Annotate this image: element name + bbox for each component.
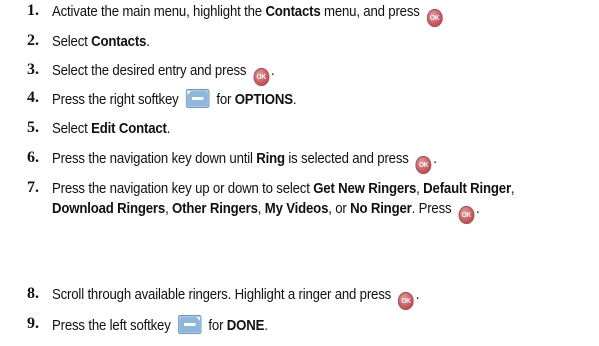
menu-name: OPTIONS bbox=[234, 91, 293, 108]
step-number: 4. bbox=[27, 89, 39, 106]
step-text-part: for bbox=[212, 91, 235, 108]
menu-name: Contacts bbox=[91, 33, 147, 50]
step-text-part: , bbox=[416, 180, 424, 197]
step-text: Activate the main menu, highlight the Co… bbox=[52, 2, 527, 27]
step-4: 4. Press the right softkey for OPTIONS. bbox=[0, 89, 599, 110]
step-text-part: . bbox=[166, 120, 171, 137]
step-text-part: . bbox=[476, 199, 480, 217]
step-text-part: . bbox=[146, 33, 150, 50]
step-text-part: menu, and press bbox=[320, 3, 424, 20]
step-8: 8. Scroll through available ringers. Hig… bbox=[0, 285, 599, 310]
step-number: 7. bbox=[27, 179, 39, 196]
menu-name: Other Ringers bbox=[172, 199, 258, 217]
step-text-part: Select the desired entry and press bbox=[52, 62, 250, 79]
step-7: 7. Press the navigation key up or down t… bbox=[0, 179, 599, 224]
right-softkey-icon bbox=[185, 89, 210, 108]
step-text: Press the navigation key up or down to s… bbox=[52, 179, 533, 224]
step-text-part: , bbox=[257, 199, 265, 217]
step-text-part: Press the navigation key down until bbox=[52, 150, 257, 167]
menu-name: Contacts bbox=[265, 3, 321, 20]
step-3: 3. Select the desired entry and press OK… bbox=[0, 61, 599, 86]
left-softkey-icon bbox=[177, 315, 202, 334]
step-text-part: Select bbox=[52, 120, 92, 137]
step-number: 3. bbox=[27, 61, 39, 78]
step-number: 2. bbox=[27, 32, 39, 49]
step-text: Select Edit Contact. bbox=[52, 119, 527, 139]
step-text-part: for bbox=[204, 317, 227, 334]
step-text-part: . bbox=[270, 62, 275, 79]
step-number: 5. bbox=[27, 119, 39, 136]
ok-button-icon: OK bbox=[415, 156, 432, 174]
ok-button-icon: OK bbox=[253, 68, 270, 86]
step-text-part: . Press bbox=[411, 199, 455, 217]
step-text-part: , or bbox=[328, 199, 351, 217]
step-text: Select the desired entry and press OK. bbox=[52, 61, 527, 86]
step-number: 8. bbox=[27, 285, 39, 302]
ok-button-icon: OK bbox=[458, 205, 475, 224]
step-text-part: Select bbox=[52, 33, 92, 50]
menu-name: Edit Contact bbox=[91, 120, 167, 137]
step-text-part: Press the right softkey bbox=[52, 91, 183, 108]
instruction-steps: 1. Activate the main menu, highlight the… bbox=[0, 0, 599, 346]
step-text: Select Contacts. bbox=[52, 32, 527, 52]
step-6: 6. Press the navigation key down until R… bbox=[0, 149, 599, 174]
step-text-part: is selected and press bbox=[284, 150, 413, 167]
step-text-part: Press the left softkey bbox=[52, 317, 175, 334]
ok-button-icon: OK bbox=[426, 9, 443, 27]
ok-button-icon: OK bbox=[398, 292, 414, 310]
step-number: 1. bbox=[27, 2, 39, 19]
step-number: 6. bbox=[27, 149, 39, 166]
step-9: 9. Press the left softkey for DONE. bbox=[0, 315, 599, 336]
step-text: Press the navigation key down until Ring… bbox=[52, 149, 527, 174]
menu-name: DONE bbox=[226, 317, 265, 334]
menu-name: Ring bbox=[256, 150, 285, 167]
step-number: 9. bbox=[27, 315, 39, 332]
step-text: Scroll through available ringers. Highli… bbox=[52, 285, 527, 310]
step-1: 1. Activate the main menu, highlight the… bbox=[0, 2, 599, 27]
step-text-part: . bbox=[415, 286, 420, 303]
menu-name: My Videos bbox=[264, 199, 329, 217]
step-text-part: Scroll through available ringers. Highli… bbox=[52, 286, 395, 303]
step-text-part: . bbox=[264, 317, 268, 334]
step-text-part: Activate the main menu, highlight the bbox=[52, 3, 266, 20]
menu-name: Download Ringers bbox=[52, 199, 166, 217]
menu-name: Get New Ringers bbox=[313, 180, 417, 197]
step-text: Press the left softkey for DONE. bbox=[52, 315, 527, 336]
step-2: 2. Select Contacts. bbox=[0, 32, 599, 52]
step-text: Press the right softkey for OPTIONS. bbox=[52, 89, 527, 110]
menu-name: No Ringer bbox=[350, 199, 412, 217]
step-text-part: Press the navigation key up or down to s… bbox=[52, 180, 314, 197]
menu-name: Default Ringer bbox=[423, 180, 511, 197]
step-5: 5. Select Edit Contact. bbox=[0, 119, 599, 139]
step-text-part: . bbox=[433, 150, 437, 167]
step-text-part: , bbox=[510, 180, 515, 197]
step-text-part: . bbox=[292, 91, 297, 108]
